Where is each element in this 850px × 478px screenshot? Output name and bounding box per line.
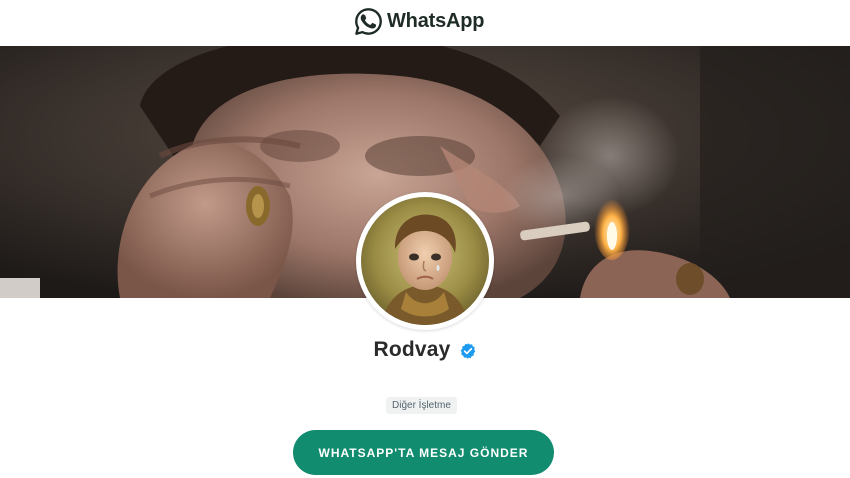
profile-avatar[interactable] xyxy=(356,192,494,330)
business-category-badge: Diğer İşletme xyxy=(386,397,457,414)
profile-name: Rodvay xyxy=(373,338,451,361)
whatsapp-logo-icon xyxy=(355,7,382,35)
top-bar: WhatsApp xyxy=(0,0,850,46)
brand-name: WhatsApp xyxy=(387,9,485,32)
whatsapp-brand[interactable]: WhatsApp xyxy=(354,6,484,36)
profile-name-row: Rodvay xyxy=(0,338,850,362)
avatar-image xyxy=(361,197,489,325)
verified-badge-icon xyxy=(460,342,475,359)
send-whatsapp-message-button[interactable]: WHATSAPP'TA MESAJ GÖNDER xyxy=(293,430,554,475)
